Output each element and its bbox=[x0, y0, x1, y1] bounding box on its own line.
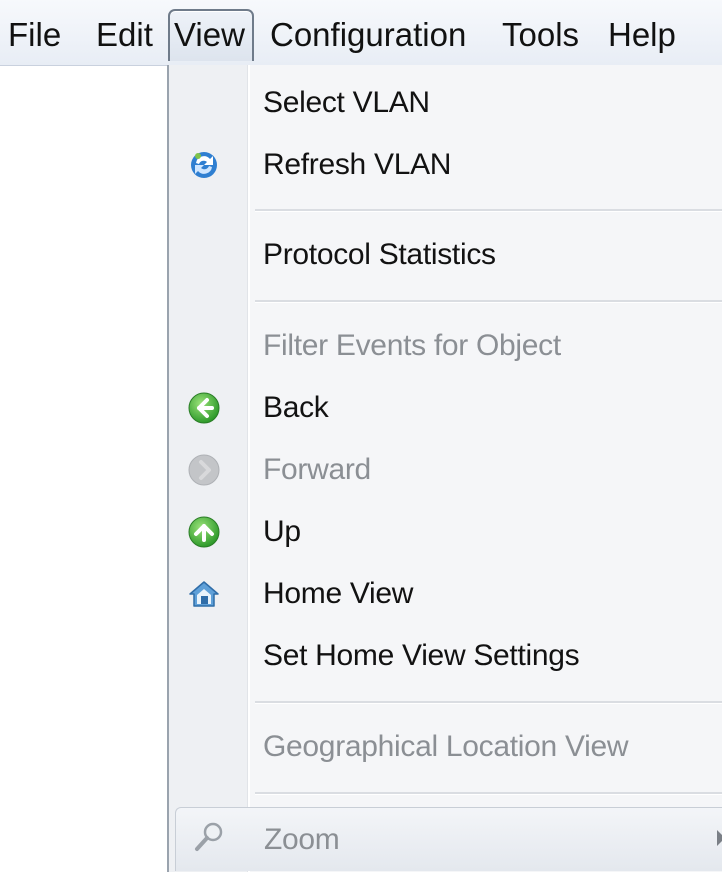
menu-bar: File Edit View Configuration Tools Help bbox=[0, 0, 722, 66]
menu-file[interactable]: File bbox=[4, 9, 65, 61]
menu-item-back[interactable]: Back bbox=[169, 378, 722, 438]
menu-item-set-home-view-settings[interactable]: Set Home View Settings bbox=[169, 626, 722, 686]
menu-tools[interactable]: Tools bbox=[498, 9, 583, 61]
forward-arrow-icon bbox=[187, 453, 221, 487]
menu-help[interactable]: Help bbox=[604, 9, 680, 61]
menu-item-geographical-location-view: Geographical Location View bbox=[169, 717, 722, 777]
up-arrow-icon bbox=[187, 515, 221, 549]
submenu-arrow-icon bbox=[717, 830, 722, 846]
menu-item-label: Up bbox=[263, 515, 301, 548]
screen: File Edit View Configuration Tools Help … bbox=[0, 0, 722, 872]
menu-item-filter-events: Filter Events for Object bbox=[169, 316, 722, 376]
menu-item-zoom[interactable]: Zoom bbox=[175, 807, 722, 871]
menu-item-label: Home View bbox=[263, 577, 414, 610]
view-menu-dropdown: Select VLAN Refresh VLAN Protocol Statis… bbox=[167, 65, 722, 872]
menu-item-home-view[interactable]: Home View bbox=[169, 564, 722, 624]
menu-separator bbox=[255, 300, 722, 303]
menu-item-refresh-vlan[interactable]: Refresh VLAN bbox=[169, 135, 722, 195]
menu-item-label: Back bbox=[263, 391, 329, 424]
menu-item-label: Geographical Location View bbox=[263, 730, 629, 763]
home-icon bbox=[187, 577, 221, 611]
menu-item-forward: Forward bbox=[169, 440, 722, 500]
menu-item-label: Zoom bbox=[264, 823, 340, 856]
menu-view[interactable]: View bbox=[168, 9, 254, 61]
menu-item-label: Protocol Statistics bbox=[263, 238, 496, 271]
menu-item-label: Refresh VLAN bbox=[263, 148, 452, 181]
menu-item-label: Select VLAN bbox=[263, 86, 430, 119]
menu-item-label: Forward bbox=[263, 453, 371, 486]
menu-item-label: Filter Events for Object bbox=[263, 329, 561, 362]
menu-item-select-vlan[interactable]: Select VLAN bbox=[169, 73, 722, 133]
menu-item-label: Set Home View Settings bbox=[263, 639, 580, 672]
menu-separator bbox=[255, 792, 722, 795]
menu-item-protocol-statistics[interactable]: Protocol Statistics bbox=[169, 225, 722, 285]
menu-configuration[interactable]: Configuration bbox=[266, 9, 470, 61]
back-arrow-icon bbox=[187, 391, 221, 425]
menu-item-up[interactable]: Up bbox=[169, 502, 722, 562]
magnifier-icon bbox=[192, 820, 226, 854]
menu-separator bbox=[255, 209, 722, 212]
menu-separator bbox=[255, 701, 722, 704]
menu-edit[interactable]: Edit bbox=[92, 9, 157, 61]
refresh-icon bbox=[187, 148, 221, 182]
